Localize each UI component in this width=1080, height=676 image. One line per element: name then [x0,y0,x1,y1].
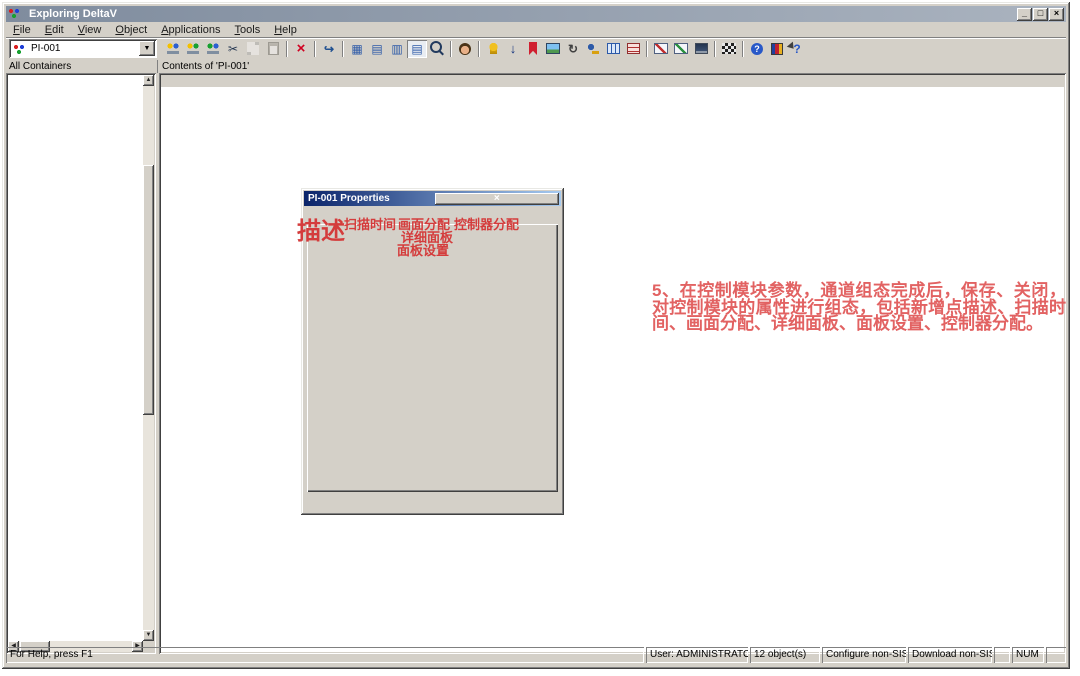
annotation-note-5: 5、在控制模块参数，通道组态完成后，保存、关闭，对控制模块的属性进行组态，包括新… [652,283,1066,333]
assign-icon[interactable] [319,40,339,58]
status-object-count: 12 object(s) [750,647,820,663]
toolbar-separator [478,41,480,57]
chevron-down-icon[interactable]: ▼ [139,41,155,56]
status-bar: For Help, press F1 User: ADMINISTRATOR 1… [6,647,1066,663]
menu-item-object[interactable]: Object [108,23,154,37]
dialog-title-bar[interactable]: PI-001 Properties × [304,191,561,206]
contents-list-pane [159,73,1066,654]
large-icons-icon[interactable] [347,40,367,58]
explore-system-icon[interactable] [203,40,223,58]
menu-item-applications[interactable]: Applications [154,23,227,37]
user-profile-icon[interactable] [455,40,475,58]
status-numlock: NUM [1012,647,1044,663]
toolbar-separator [286,41,288,57]
status-configure-mode: Configure non-SIS [822,647,906,663]
status-download-mode: Download non-SIS [908,647,992,663]
batch-view-icon[interactable] [623,40,643,58]
combobox-value: PI-001 [31,43,139,54]
context-help-icon[interactable] [787,40,807,58]
books-icon[interactable] [767,40,787,58]
pane-headers: All Containers Contents of 'PI-001' [6,60,1066,73]
details-view-icon[interactable] [407,40,427,58]
window-title: Exploring DeltaV [29,8,1016,20]
toolbar-separator [450,41,452,57]
scroll-down-icon[interactable]: ▼ [143,630,154,641]
download-icon[interactable] [503,40,523,58]
scroll-up-icon[interactable]: ▲ [143,75,154,86]
left-pane-header: All Containers [6,60,157,73]
delete-icon[interactable] [291,40,311,58]
trend-chart-icon[interactable] [651,40,671,58]
annotation-controller-assign: 控制器分配 [454,214,519,233]
menu-item-edit[interactable]: Edit [38,23,71,37]
close-button[interactable]: × [1049,8,1064,21]
status-help-text: For Help, press F1 [6,647,644,663]
toolbar: PI-001 ▼ [6,37,1066,60]
explore-area-icon[interactable] [183,40,203,58]
right-pane-header: Contents of 'PI-001' [157,60,1066,73]
paste-icon [263,40,283,58]
chart-edit-icon[interactable] [671,40,691,58]
list-view-icon[interactable] [387,40,407,58]
small-icons-icon[interactable] [367,40,387,58]
status-empty-2 [1046,647,1066,663]
annotation-describe: 描述 [297,211,345,246]
monitor-icon[interactable] [691,40,711,58]
toolbar-separator [314,41,316,57]
help-icon[interactable] [747,40,767,58]
status-user: User: ADMINISTRATOR [646,647,748,663]
dialog-title: PI-001 Properties [308,193,433,204]
tree-vertical-scrollbar[interactable]: ▲ ▼ [143,75,154,641]
cut-icon[interactable] [223,40,243,58]
screen: Exploring DeltaV _ □ × FileEditViewObjec… [0,0,1080,676]
dialog-close-icon[interactable]: × [435,193,560,205]
bookmark-icon[interactable] [523,40,543,58]
containers-tree-pane: ▲ ▼ ◀ ▶ [6,73,156,654]
menu-bar: FileEditViewObjectApplicationsToolsHelp [6,22,1066,37]
minimize-button[interactable]: _ [1017,8,1032,21]
parameters-table [161,75,1064,652]
vertical-scroll-thumb[interactable] [143,165,154,415]
status-empty-1 [994,647,1010,663]
security-icon[interactable] [583,40,603,58]
containers-tree [8,75,143,641]
menu-item-help[interactable]: Help [267,23,304,37]
menu-item-file[interactable]: File [6,23,38,37]
dialog-buttons [307,470,552,486]
alarm-bell-icon[interactable] [483,40,503,58]
history-view-icon[interactable] [603,40,623,58]
restore-button[interactable]: □ [1033,8,1048,21]
toolbar-separator [742,41,744,57]
dialog-tab-page [307,224,558,492]
table-header-row [161,75,1064,87]
film-icon[interactable] [719,40,739,58]
menu-item-tools[interactable]: Tools [228,23,268,37]
toolbar-separator [646,41,648,57]
module-icon [13,44,25,54]
app-icon [8,8,22,20]
annotation-panel-setup: 面板设置 [397,240,449,259]
filter-icon[interactable] [427,40,447,58]
toolbar-separator [342,41,344,57]
toolbar-separator [714,41,716,57]
copy-icon [243,40,263,58]
annotation-scan-time: 扫描时间 [344,214,396,233]
context-combobox[interactable]: PI-001 ▼ [9,39,157,58]
title-bar[interactable]: Exploring DeltaV _ □ × [6,6,1066,22]
menu-item-view[interactable]: View [71,23,109,37]
recycle-icon[interactable] [563,40,583,58]
picture-icon[interactable] [543,40,563,58]
explore-module-icon[interactable] [163,40,183,58]
